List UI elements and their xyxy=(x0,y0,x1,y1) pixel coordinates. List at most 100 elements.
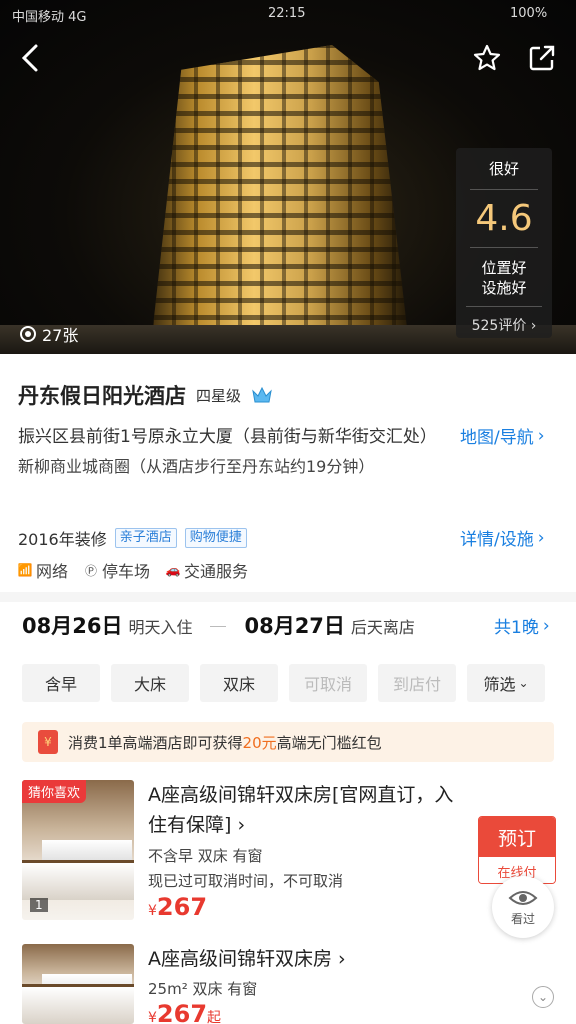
rating-score: 4.6 xyxy=(470,198,538,248)
room-title-text: A座高级间锦轩双床房 xyxy=(148,948,332,970)
nights-count[interactable]: 共1晚 › xyxy=(494,613,550,639)
checkout-label: 后天离店 xyxy=(350,618,415,637)
chevron-down-icon: ⌄ xyxy=(537,990,549,1004)
eye-icon xyxy=(508,890,538,905)
date-selector[interactable]: 08月26日 明天入住 08月27日 后天离店 xyxy=(22,610,562,642)
currency-symbol: ¥ xyxy=(148,903,157,919)
parking-icon: Ⓟ xyxy=(85,563,98,578)
facility-label: 网络 xyxy=(36,562,69,581)
facility-label: 交通服务 xyxy=(184,562,249,581)
promo-amount: 20元 xyxy=(242,733,277,752)
promo-suffix: 高端无门槛红包 xyxy=(276,733,382,752)
red-packet-icon: ¥ xyxy=(38,730,58,754)
cancel-policy: 现已过可取消时间，不可取消 xyxy=(148,872,344,890)
room-price: ¥267起 xyxy=(148,1000,221,1024)
detail-facility-link[interactable]: 详情/设施 › xyxy=(460,525,545,551)
review-count[interactable]: 525评价 › xyxy=(456,315,552,335)
price-value: 267 xyxy=(156,1000,208,1024)
promo-banner[interactable]: ¥ 消费1单高端酒店即可获得20元高端无门槛红包 xyxy=(22,722,554,762)
room-thumbnail[interactable]: 猜你喜欢 1 xyxy=(22,780,134,920)
facility-item: 🚗 交通服务 xyxy=(166,558,248,582)
promo-text: 消费1单高端酒店即可获得20元高端无门槛红包 xyxy=(68,732,382,753)
room-title[interactable]: A座高级间锦轩双床房[官网直订，入住有保障] › xyxy=(148,780,458,840)
crown-icon xyxy=(252,386,272,403)
chevron-right-icon: › xyxy=(537,425,545,446)
photo-count[interactable]: 27张 xyxy=(20,322,78,346)
chevron-left-icon xyxy=(21,44,38,72)
hotel-tag: 购物便捷 xyxy=(184,528,247,548)
status-bar: 中国移动 4G 22:15 100% xyxy=(0,6,576,26)
chevron-right-icon: › xyxy=(332,948,346,970)
filter-cancelable[interactable]: 可取消 xyxy=(289,664,367,702)
car-icon: 🚗 xyxy=(165,563,181,577)
currency-symbol: ¥ xyxy=(148,1010,157,1024)
rating-card[interactable]: 很好 4.6 位置好 设施好 525评价 › xyxy=(456,148,552,338)
hero-photo[interactable]: 中国移动 4G 22:15 100% 27张 很好 4.6 位置好 设施好 52… xyxy=(0,0,576,354)
facility-item: 📶 网络 xyxy=(18,558,68,582)
filter-king-bed[interactable]: 大床 xyxy=(111,664,189,702)
share-icon xyxy=(529,45,555,71)
filter-twin-bed[interactable]: 双床 xyxy=(200,664,278,702)
chevron-right-icon: › xyxy=(537,527,545,548)
expand-button[interactable]: ⌄ xyxy=(532,986,554,1008)
viewed-label: 看过 xyxy=(510,911,535,926)
bed-image xyxy=(22,860,134,900)
checkin-label: 明天入住 xyxy=(128,618,193,637)
room-meta: 25m² 双床 有窗 xyxy=(148,980,258,998)
price-value: 267 xyxy=(156,893,208,921)
nights-text: 共1晚 xyxy=(494,618,539,638)
time-text: 22:15 xyxy=(268,6,306,21)
business-area-text: 新柳商业城商圈（从酒店步行至丹东站约19分钟） xyxy=(18,457,375,476)
address-text: 振兴区县前街1号原永立大厦（县前街与新华街交汇处） xyxy=(18,427,437,447)
checkin-date: 08月26日 xyxy=(22,614,123,638)
rating-level: 很好 xyxy=(470,158,538,190)
room-thumbnail[interactable] xyxy=(22,944,134,1024)
chevron-down-icon: ⌄ xyxy=(518,676,529,690)
carrier-text: 中国移动 4G xyxy=(12,10,87,25)
rating-tag: 设施好 xyxy=(481,279,527,297)
wifi-icon: 📶 xyxy=(17,563,33,577)
map-link-text: 地图/导航 xyxy=(460,428,534,448)
hotel-building-image xyxy=(150,45,410,354)
star-icon xyxy=(473,44,501,71)
facility-list: 📶 网络 Ⓟ 停车场 🚗 交通服务 xyxy=(18,558,249,582)
map-navigation-link[interactable]: 地图/导航 › xyxy=(460,423,545,449)
photo-count-text: 27张 xyxy=(42,326,79,345)
detail-link-text: 详情/设施 xyxy=(460,530,534,550)
hotel-star-level: 四星级 xyxy=(196,386,242,405)
book-label: 预订 xyxy=(479,817,555,857)
chevron-right-icon: › xyxy=(526,318,537,334)
review-count-text: 525评价 xyxy=(471,318,527,334)
back-button[interactable] xyxy=(12,40,48,76)
share-button[interactable] xyxy=(524,40,560,76)
filter-breakfast[interactable]: 含早 xyxy=(22,664,100,702)
book-button[interactable]: 预订 在线付 xyxy=(478,816,556,884)
rating-tags: 位置好 设施好 xyxy=(466,258,542,307)
hotel-name: 丹东假日阳光酒店 xyxy=(18,384,186,408)
hotel-title-row: 丹东假日阳光酒店 四星级 xyxy=(18,380,273,410)
favorite-button[interactable] xyxy=(469,40,505,76)
room-title[interactable]: A座高级间锦轩双床房 › xyxy=(148,944,458,974)
viewed-history-button[interactable]: 看过 xyxy=(492,876,554,938)
bed-image xyxy=(22,984,134,1024)
filter-bar: 含早 大床 双床 可取消 到店付 筛选 ⌄ xyxy=(22,664,545,702)
date-dash xyxy=(210,625,227,627)
camera-icon xyxy=(20,326,36,342)
hotel-address: 振兴区县前街1号原永立大厦（县前街与新华街交汇处） 新柳商业城商圈（从酒店步行至… xyxy=(18,422,438,482)
image-count: 1 xyxy=(30,898,48,912)
renovation-year: 2016年装修 xyxy=(18,530,107,549)
chevron-right-icon: › xyxy=(542,615,550,636)
chevron-right-icon: › xyxy=(231,814,246,836)
rating-tag: 位置好 xyxy=(481,259,527,277)
promo-prefix: 消费1单高端酒店即可获得 xyxy=(68,733,243,752)
checkout-date: 08月27日 xyxy=(244,614,345,638)
filter-pay-at-hotel[interactable]: 到店付 xyxy=(378,664,456,702)
recommend-badge: 猜你喜欢 xyxy=(22,780,87,803)
renovation-row: 2016年装修 亲子酒店 购物便捷 xyxy=(18,526,247,550)
battery-text: 100% xyxy=(510,6,548,21)
facility-label: 停车场 xyxy=(102,562,151,581)
price-suffix: 起 xyxy=(207,1010,222,1024)
filter-more-button[interactable]: 筛选 ⌄ xyxy=(467,664,545,702)
room-meta: 不含早 双床 有窗 xyxy=(148,847,263,865)
filter-more-label: 筛选 xyxy=(483,675,516,694)
